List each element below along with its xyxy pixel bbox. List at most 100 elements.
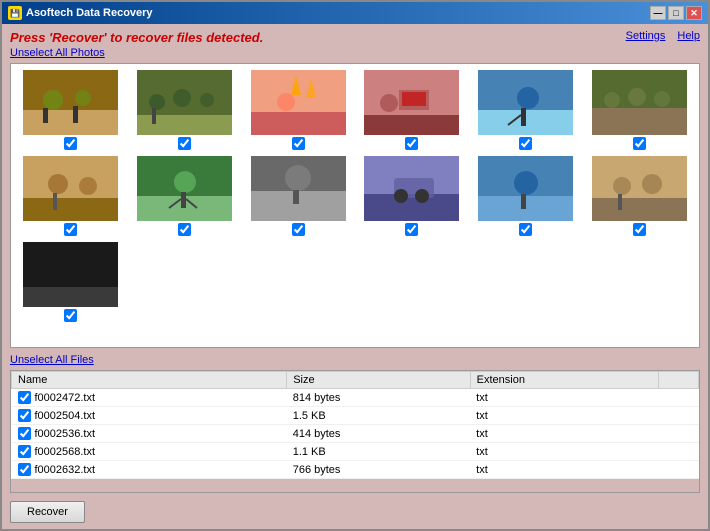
photo-item (585, 70, 693, 150)
photo-item (17, 242, 125, 322)
photo-checkbox[interactable] (405, 137, 418, 150)
window-title: Asoftech Data Recovery (26, 7, 153, 19)
col-size: Size (287, 372, 470, 389)
table-row: f0002568.txt 1.1 KB txt (12, 443, 699, 461)
file-name-cell: f0002504.txt (12, 407, 287, 425)
maximize-button[interactable]: □ (668, 6, 684, 20)
photo-thumbnail (364, 156, 459, 221)
photo-thumbnail (251, 70, 346, 135)
file-name: f0002632.txt (35, 464, 96, 476)
window-controls: — □ ✕ (650, 6, 702, 20)
photo-checkbox[interactable] (292, 137, 305, 150)
photo-panel (10, 63, 700, 348)
photo-checkbox[interactable] (64, 223, 77, 236)
files-section: Unselect All Files Name Size Extension (10, 354, 700, 493)
file-size-cell: 414 bytes (287, 425, 470, 443)
table-row: f0002632.txt 766 bytes txt (12, 461, 699, 479)
unselect-all-files-link[interactable]: Unselect All Files (10, 354, 700, 366)
photo-checkbox[interactable] (519, 223, 532, 236)
photo-thumbnail (364, 70, 459, 135)
photo-thumbnail (251, 156, 346, 221)
close-button[interactable]: ✕ (686, 6, 702, 20)
file-extra-cell (659, 425, 699, 443)
settings-link[interactable]: Settings (626, 30, 666, 42)
photo-checkbox[interactable] (178, 223, 191, 236)
photo-checkbox[interactable] (405, 223, 418, 236)
photo-item (131, 70, 239, 150)
photo-grid (11, 64, 699, 328)
photo-item (585, 156, 693, 236)
table-row: f0002536.txt 414 bytes txt (12, 425, 699, 443)
photo-item (472, 70, 580, 150)
photo-item (17, 156, 125, 236)
file-size-cell: 1.1 KB (287, 443, 470, 461)
top-bar: Press 'Recover' to recover files detecte… (10, 30, 700, 45)
title-bar: 💾 Asoftech Data Recovery — □ ✕ (2, 2, 708, 24)
file-extra-cell (659, 407, 699, 425)
file-extra-cell (659, 389, 699, 407)
file-extra-cell (659, 461, 699, 479)
photo-checkbox[interactable] (64, 309, 77, 322)
photo-thumbnail (478, 156, 573, 221)
photo-thumbnail (137, 156, 232, 221)
file-name-cell: f0002568.txt (12, 443, 287, 461)
file-checkbox[interactable] (18, 463, 31, 476)
files-table: Name Size Extension f0002472.txt 814 b (11, 371, 699, 479)
table-row: f0002504.txt 1.5 KB txt (12, 407, 699, 425)
unselect-all-photos-link[interactable]: Unselect All Photos (10, 47, 700, 59)
file-extension-cell: txt (470, 407, 658, 425)
help-link[interactable]: Help (677, 30, 700, 42)
file-size-cell: 766 bytes (287, 461, 470, 479)
files-table-container[interactable]: Name Size Extension f0002472.txt 814 b (11, 371, 699, 492)
table-header-row: Name Size Extension (12, 372, 699, 389)
photo-item (358, 156, 466, 236)
app-icon: 💾 (8, 6, 22, 20)
photo-checkbox[interactable] (519, 137, 532, 150)
photo-thumbnail (137, 70, 232, 135)
recover-message: Press 'Recover' to recover files detecte… (10, 30, 263, 45)
file-extension-cell: txt (470, 389, 658, 407)
table-row: f0002472.txt 814 bytes txt (12, 389, 699, 407)
photo-checkbox[interactable] (64, 137, 77, 150)
photo-item (358, 70, 466, 150)
photo-thumbnail (23, 70, 118, 135)
photo-item (131, 156, 239, 236)
file-extension-cell: txt (470, 443, 658, 461)
top-links: Settings Help (626, 30, 700, 42)
file-name: f0002472.txt (35, 392, 96, 404)
photo-thumbnail (23, 156, 118, 221)
file-checkbox[interactable] (18, 409, 31, 422)
file-checkbox[interactable] (18, 445, 31, 458)
photo-checkbox[interactable] (633, 223, 646, 236)
photo-thumbnail (478, 70, 573, 135)
recover-button[interactable]: Recover (10, 501, 85, 523)
photo-checkbox[interactable] (292, 223, 305, 236)
minimize-button[interactable]: — (650, 6, 666, 20)
photo-item (244, 70, 352, 150)
file-size-cell: 1.5 KB (287, 407, 470, 425)
file-name-cell: f0002632.txt (12, 461, 287, 479)
files-panel: Name Size Extension f0002472.txt 814 b (10, 370, 700, 493)
col-extra (659, 372, 699, 389)
file-checkbox[interactable] (18, 391, 31, 404)
photo-item (472, 156, 580, 236)
photo-thumbnail (23, 242, 118, 307)
photo-checkbox[interactable] (633, 137, 646, 150)
col-extension: Extension (470, 372, 658, 389)
main-content: Press 'Recover' to recover files detecte… (2, 24, 708, 529)
photo-checkbox[interactable] (178, 137, 191, 150)
file-extension-cell: txt (470, 461, 658, 479)
file-name: f0002568.txt (35, 446, 96, 458)
photo-thumbnail (592, 156, 687, 221)
col-name: Name (12, 372, 287, 389)
file-name: f0002504.txt (35, 410, 96, 422)
photo-item (244, 156, 352, 236)
file-extension-cell: txt (470, 425, 658, 443)
photo-thumbnail (592, 70, 687, 135)
file-size-cell: 814 bytes (287, 389, 470, 407)
file-name: f0002536.txt (35, 428, 96, 440)
file-name-cell: f0002472.txt (12, 389, 287, 407)
main-window: 💾 Asoftech Data Recovery — □ ✕ Press 'Re… (0, 0, 710, 531)
file-name-cell: f0002536.txt (12, 425, 287, 443)
file-checkbox[interactable] (18, 427, 31, 440)
